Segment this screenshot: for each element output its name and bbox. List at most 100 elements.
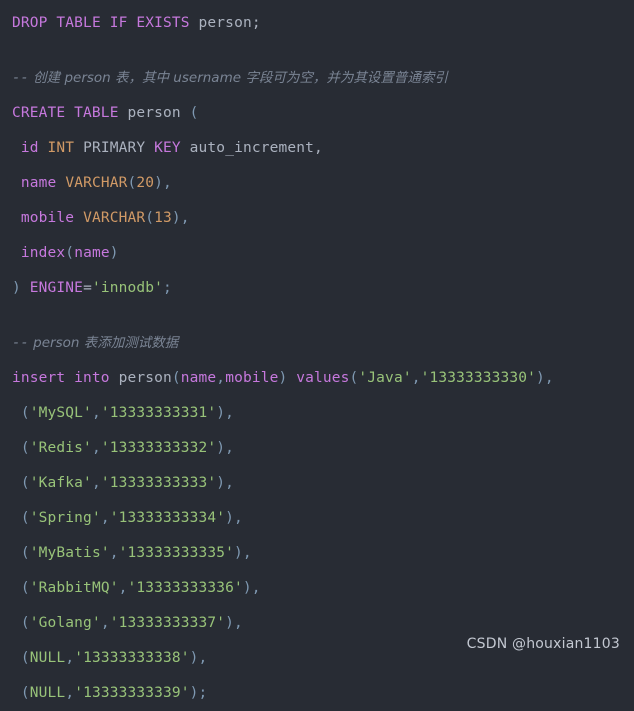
insert-column-name: name <box>180 370 217 386</box>
type-int: INT <box>47 140 75 156</box>
close-paren: ), <box>216 405 235 421</box>
column-id: id <box>20 140 39 156</box>
code-line-value-row: (NULL,'13333333339'); <box>0 676 634 711</box>
equals-operator: = <box>83 280 92 296</box>
close-paren: ), <box>216 440 235 456</box>
comma: , <box>65 650 75 666</box>
close-paren: ), <box>171 210 190 226</box>
auto-increment: auto_increment, <box>189 140 323 156</box>
code-line-insert: insert into person(name,mobile) values('… <box>0 361 634 396</box>
value-name: 'RabbitMQ' <box>29 580 119 596</box>
close-paren: ) <box>278 370 288 386</box>
close-paren: ) <box>12 280 21 296</box>
code-line-value-row: ('Kafka','13333333333'), <box>0 466 634 501</box>
open-paren: ( <box>189 105 199 121</box>
close-paren: ) <box>109 245 119 261</box>
comma: , <box>91 405 101 421</box>
value-mobile: '13333333338' <box>74 650 190 666</box>
code-line-value-row: ('Spring','13333333334'), <box>0 501 634 536</box>
close-paren: ), <box>234 545 252 561</box>
comment-marker: -- <box>12 70 29 86</box>
value-mobile: '13333333331' <box>100 405 217 421</box>
open-paren: ( <box>20 405 30 421</box>
value-name: 'MyBatis' <box>29 545 110 561</box>
keyword-engine: ENGINE <box>29 280 84 296</box>
comment-marker: -- <box>12 335 29 351</box>
comma: , <box>65 685 75 701</box>
value-mobile: '13333333336' <box>127 580 243 596</box>
varchar-length: 20 <box>136 175 155 191</box>
open-paren: ( <box>20 685 30 701</box>
insert-table-name: person <box>118 370 172 386</box>
keyword-create: CREATE <box>12 105 66 121</box>
type-varchar: VARCHAR <box>65 175 128 191</box>
code-line-create-table: CREATE TABLE person ( <box>0 96 634 131</box>
value-null: NULL <box>29 650 66 666</box>
index-column: name <box>74 245 110 261</box>
value-mobile: '13333333335' <box>118 545 235 561</box>
value-null: NULL <box>29 685 66 701</box>
code-comment-insert-data: -- person 表添加测试数据 <box>0 326 634 361</box>
close-paren: ), <box>225 510 243 526</box>
code-line-column-mobile: mobile VARCHAR(13), <box>0 201 634 236</box>
value-mobile: '13333333339' <box>74 685 190 701</box>
value-name: 'Kafka' <box>29 475 92 491</box>
insert-column-mobile: mobile <box>225 370 279 386</box>
comma: , <box>91 475 101 491</box>
code-line-engine: ) ENGINE='innodb'; <box>0 271 634 306</box>
comma: , <box>216 370 226 386</box>
code-line-drop-table: DROP TABLE IF EXISTS person; <box>0 6 634 41</box>
close-paren: ), <box>225 615 243 631</box>
keyword-table: TABLE <box>74 105 119 121</box>
value-mobile: '13333333330' <box>420 370 537 386</box>
insert-value-rows: ('MySQL','13333333331'), ('Redis','13333… <box>0 396 634 711</box>
code-line-index: index(name) <box>0 236 634 271</box>
keyword-primary: PRIMARY <box>83 140 146 156</box>
value-mobile: '13333333334' <box>109 510 226 526</box>
code-comment-create-table: -- 创建 person 表，其中 username 字段可为空，并为其设置普通… <box>0 61 634 96</box>
close-paren: ), <box>536 370 554 386</box>
open-paren: ( <box>20 545 30 561</box>
engine-value: 'innodb' <box>91 280 163 296</box>
code-line-value-row: (NULL,'13333333338'), <box>0 641 634 676</box>
sql-code-viewer[interactable]: DROP TABLE IF EXISTS person; -- 创建 perso… <box>0 0 634 701</box>
open-paren: ( <box>20 615 30 631</box>
varchar-length: 13 <box>154 210 172 226</box>
value-mobile: '13333333332' <box>100 440 217 456</box>
comment-text: 创建 person 表，其中 username 字段可为空，并为其设置普通索引 <box>28 70 448 86</box>
keyword-values: values <box>296 370 350 386</box>
value-name: 'MySQL' <box>29 405 92 421</box>
keyword-insert: insert <box>12 370 66 386</box>
keyword-exists: EXISTS <box>136 15 190 31</box>
code-line-value-row: ('MySQL','13333333331'), <box>0 396 634 431</box>
keyword-table: TABLE <box>56 15 101 31</box>
comma: , <box>91 440 101 456</box>
open-paren: ( <box>20 510 30 526</box>
close-paren: ), <box>242 580 261 596</box>
close-paren: ), <box>189 650 208 666</box>
column-name: name <box>20 175 57 191</box>
type-varchar: VARCHAR <box>83 210 146 226</box>
keyword-into: into <box>74 370 110 386</box>
table-name: person <box>127 105 181 121</box>
code-line-value-row: ('RabbitMQ','13333333336'), <box>0 571 634 606</box>
comma: , <box>100 615 110 631</box>
code-line-value-row: ('Redis','13333333332'), <box>0 431 634 466</box>
keyword-if: IF <box>109 15 128 31</box>
open-paren: ( <box>20 580 30 596</box>
semicolon: ; <box>163 280 172 296</box>
table-name-person: person; <box>198 15 261 31</box>
code-line-column-id: id INT PRIMARY KEY auto_increment, <box>0 131 634 166</box>
value-mobile: '13333333337' <box>109 615 226 631</box>
close-paren: ), <box>216 475 235 491</box>
value-mobile: '13333333333' <box>100 475 217 491</box>
open-paren: ( <box>171 370 181 386</box>
keyword-drop: DROP <box>12 15 48 31</box>
close-paren: ); <box>189 685 208 701</box>
code-line-column-name: name VARCHAR(20), <box>0 166 634 201</box>
column-mobile: mobile <box>20 210 75 226</box>
comment-text: person 表添加测试数据 <box>28 335 179 351</box>
close-paren: ), <box>154 175 172 191</box>
